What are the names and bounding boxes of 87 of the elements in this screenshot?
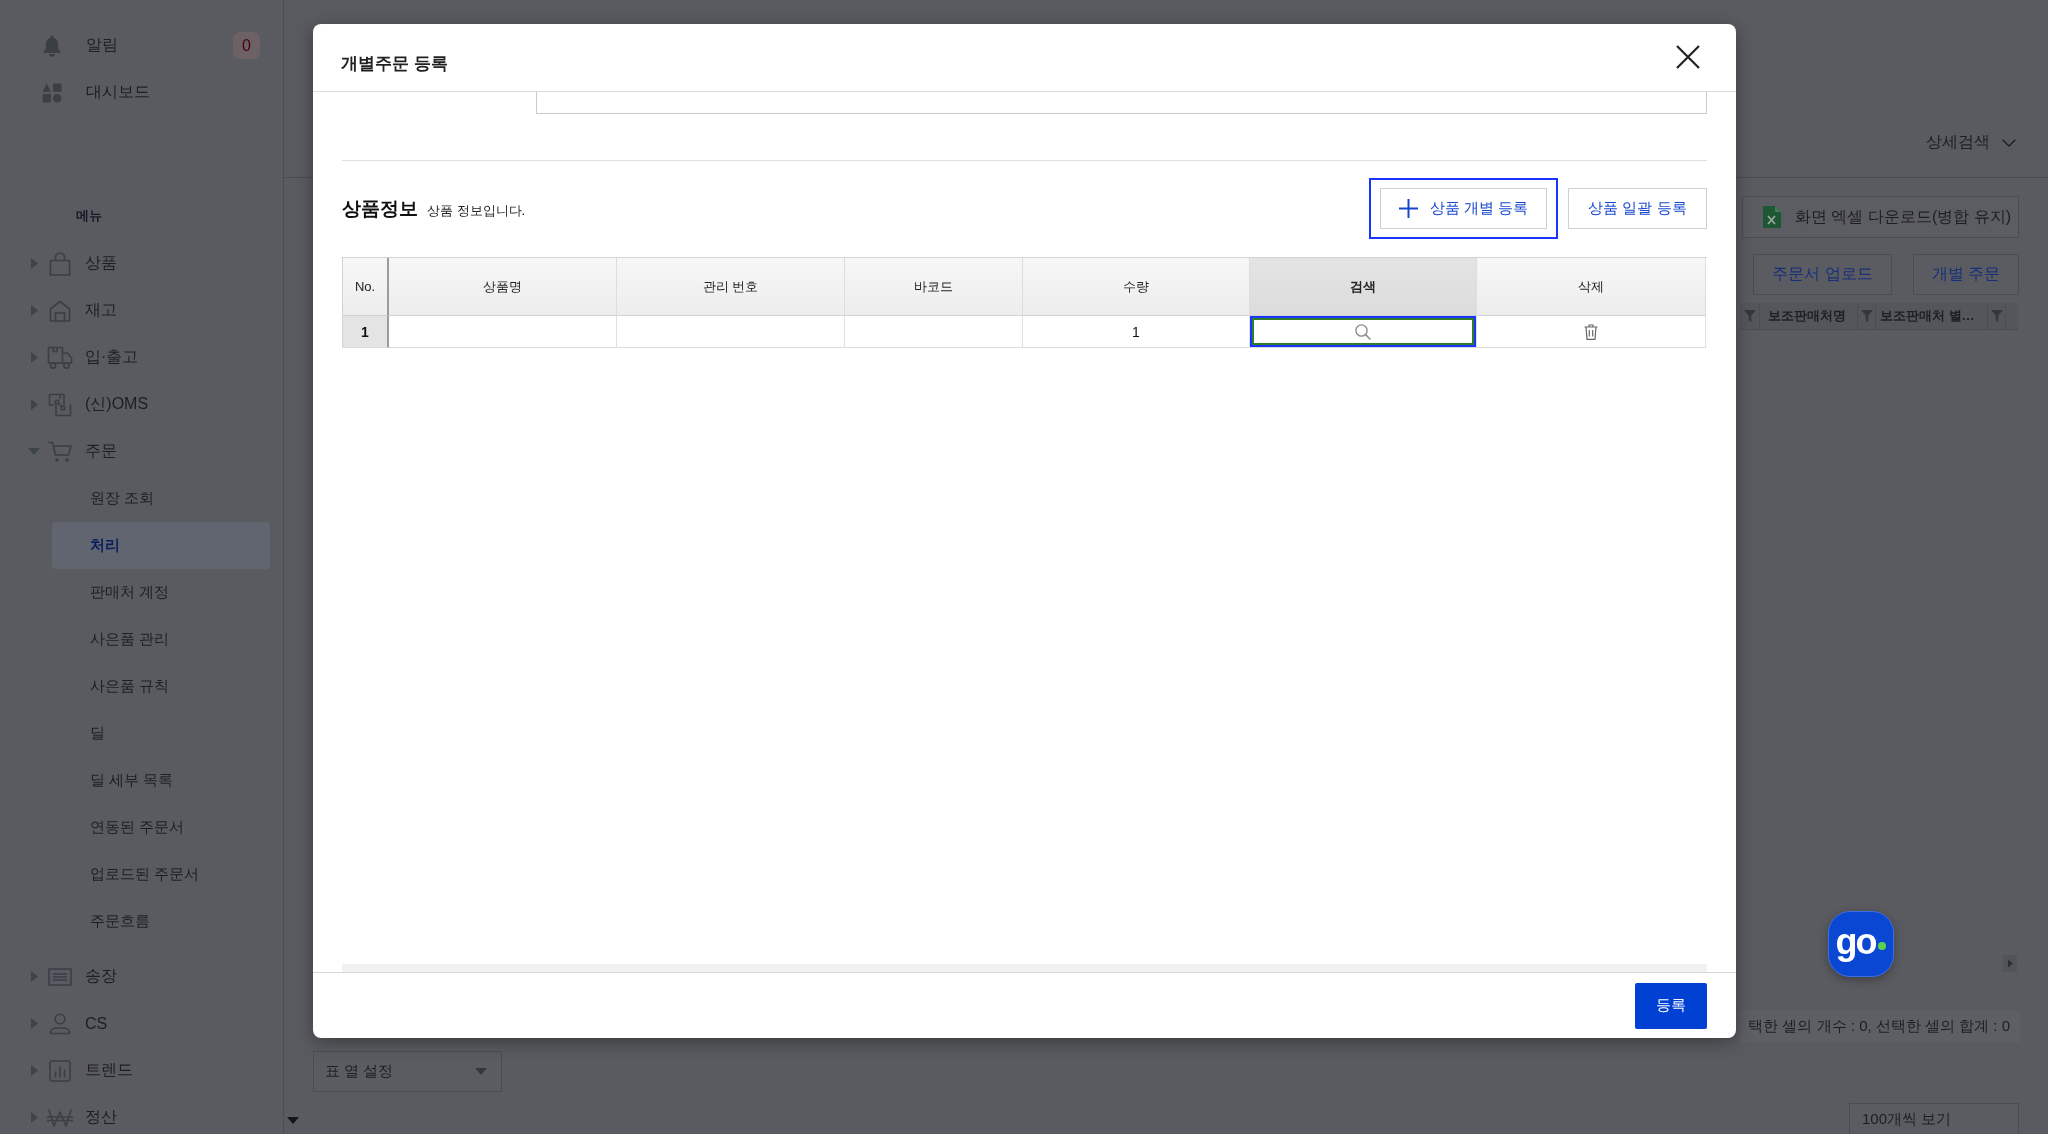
input-field[interactable] <box>536 92 1707 114</box>
menu-item[interactable]: 대시보드 <box>86 82 150 103</box>
column-header[interactable]: 바코드 <box>845 258 1023 316</box>
column-header[interactable]: 관리 번호 <box>617 258 845 316</box>
list-icon <box>48 967 72 986</box>
table-cell[interactable] <box>845 316 1023 348</box>
row-number-cell: 1 <box>342 316 389 348</box>
caret-right-icon[interactable] <box>30 1065 38 1076</box>
submenu-item[interactable]: 주문흐름 <box>90 912 150 931</box>
excel-download-button[interactable]: 화면 엑셀 다운로드(병합 유지) <box>1742 196 2019 238</box>
dialog-title: 개별주문 등록 <box>341 53 448 75</box>
column-header[interactable]: 보조판매처 별… <box>1880 307 1975 325</box>
won-sign-icon <box>47 1107 73 1128</box>
column-header[interactable]: No. <box>342 258 389 316</box>
menu-item[interactable]: 주문 <box>85 441 117 462</box>
warehouse-icon <box>49 299 71 322</box>
quantity-cell[interactable]: 1 <box>1023 316 1250 348</box>
submenu-item[interactable]: 연동된 주문서 <box>90 818 185 837</box>
column-header[interactable]: 상품명 <box>389 258 617 316</box>
submenu-item[interactable]: 딜 세부 목록 <box>90 771 174 790</box>
submenu-item[interactable]: 처리 <box>90 536 120 555</box>
truck-icon <box>47 345 73 370</box>
bar-chart-icon <box>49 1059 71 1082</box>
column-header[interactable]: 검색 <box>1250 258 1477 316</box>
submit-button[interactable]: 등록 <box>1635 982 1707 1029</box>
submenu-item[interactable]: 원장 조회 <box>90 489 155 508</box>
dot-icon <box>1878 942 1887 950</box>
shapes-icon <box>42 82 62 103</box>
submenu-item[interactable]: 딜 <box>90 724 105 743</box>
menu-item[interactable]: 트렌드 <box>85 1060 133 1081</box>
toolbar-button[interactable]: 개별 주문 <box>1912 254 2019 295</box>
person-icon <box>49 1012 71 1035</box>
caret-right-icon[interactable] <box>30 305 38 316</box>
column-header[interactable]: 보조판매처명 <box>1768 307 1846 325</box>
outline-button[interactable]: 상품 일괄 등록 <box>1568 188 1707 229</box>
submenu-item[interactable]: 사은품 관리 <box>90 630 170 649</box>
trash-icon[interactable] <box>1584 323 1598 340</box>
linked-squares-icon <box>48 392 72 417</box>
caret-right-icon[interactable] <box>30 1018 38 1029</box>
filter-icon[interactable] <box>1860 310 1873 322</box>
status-bar: 택한 셀의 개수 : 0, 선택한 셀의 합계 : 0 <box>1740 1010 2020 1042</box>
filter-icon[interactable] <box>1990 310 2003 322</box>
submenu-item[interactable]: 판매처 계정 <box>90 583 170 602</box>
detail-search-button[interactable]: 상세검색 <box>1926 132 2016 153</box>
caret-down-icon <box>475 1068 487 1075</box>
caret-right-icon[interactable] <box>30 971 38 982</box>
spreadsheet-file-icon <box>1763 206 1781 228</box>
toolbar-button[interactable]: 주문서 업로드 <box>1753 254 1892 295</box>
caret-right-icon[interactable] <box>30 352 38 363</box>
scrollbar-track[interactable] <box>342 964 1707 972</box>
menu-item[interactable]: 정산 <box>85 1107 117 1128</box>
column-header[interactable]: 삭제 <box>1477 258 1706 316</box>
filter-icon[interactable] <box>1743 310 1756 322</box>
search-icon <box>1355 323 1371 340</box>
chevron-down-icon <box>2002 138 2016 147</box>
chat-button[interactable]: go <box>1828 911 1894 977</box>
caret-right-icon[interactable] <box>30 1112 38 1123</box>
shopping-bag-icon <box>49 251 71 276</box>
caret-right-icon[interactable] <box>30 258 38 269</box>
submenu-item[interactable]: 업로드된 주문서 <box>90 865 200 884</box>
menu-item[interactable]: CS <box>85 1014 108 1033</box>
page-size-select[interactable]: 100개씩 보기 <box>1849 1103 2019 1134</box>
cart-icon <box>48 440 72 463</box>
section-description: 상품 정보입니다. <box>427 201 526 220</box>
add-button[interactable]: 상품 개별 등록 <box>1380 188 1547 229</box>
count-badge: 0 <box>233 32 260 59</box>
menu-item[interactable]: 입·출고 <box>85 347 139 368</box>
section-title: 상품정보 <box>342 196 418 221</box>
table-cell[interactable] <box>617 316 845 348</box>
table-cell[interactable] <box>389 316 617 348</box>
menu-item[interactable]: 재고 <box>85 300 117 321</box>
caret-right-icon[interactable] <box>30 399 38 410</box>
menu-item[interactable]: (신)OMS <box>85 394 149 415</box>
section-label: 메뉴 <box>76 207 102 225</box>
close-icon <box>1676 44 1700 69</box>
search-cell[interactable] <box>1250 316 1477 348</box>
caret-down-icon[interactable] <box>28 448 40 455</box>
column-header[interactable]: 수량 <box>1023 258 1250 316</box>
submenu-item[interactable]: 사은품 규칙 <box>90 677 170 696</box>
menu-item[interactable]: 알림 <box>86 35 118 56</box>
caret-down-icon <box>287 1117 299 1124</box>
menu-item[interactable]: 송장 <box>85 966 117 987</box>
plus-icon <box>1398 199 1418 218</box>
close-button[interactable] <box>1676 44 1700 69</box>
menu-item[interactable]: 상품 <box>85 253 117 274</box>
column-settings-dropdown[interactable]: 표 열 설정 <box>313 1051 502 1092</box>
bell-icon <box>42 34 62 57</box>
